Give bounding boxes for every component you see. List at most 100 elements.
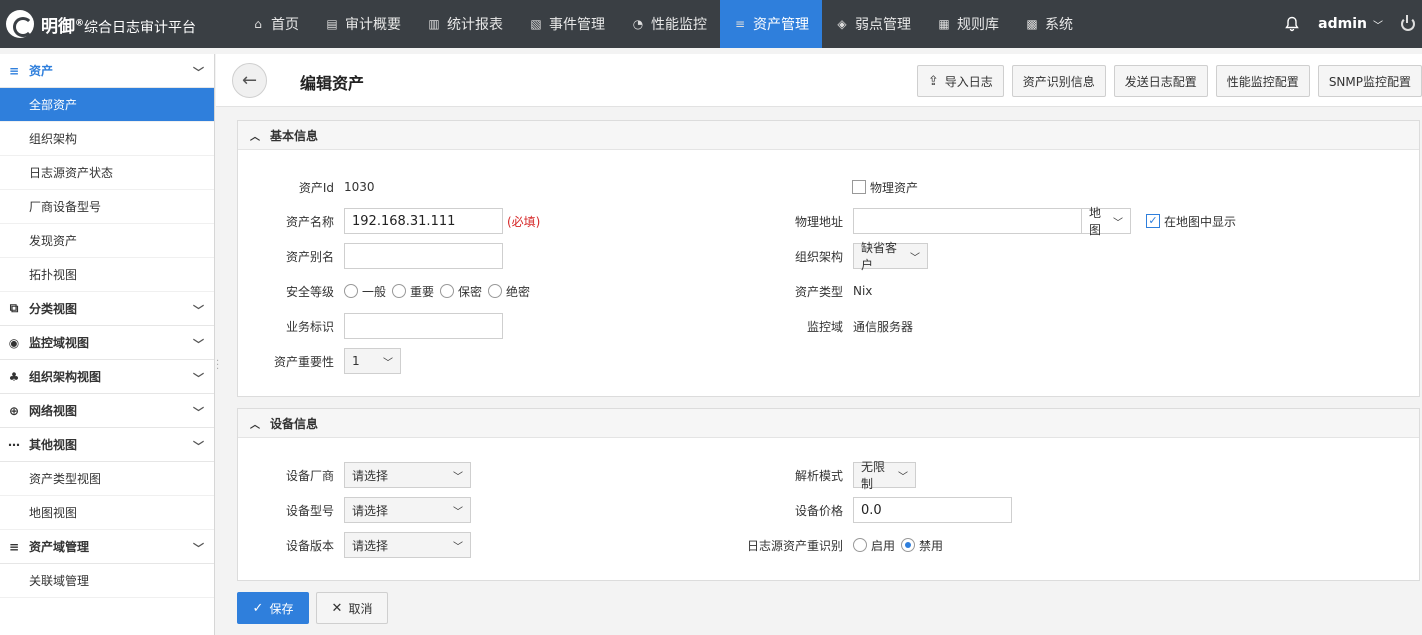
chevron-down-icon: ﹀ — [193, 406, 204, 419]
chevron-down-icon: ﹀ — [193, 372, 204, 385]
nav-item-6[interactable]: ◈ 弱点管理 — [822, 0, 924, 48]
sidebar-item-0-0[interactable]: 全部资产 — [0, 88, 214, 122]
sidebar-item-0-2[interactable]: 日志源资产状态 — [0, 156, 214, 190]
asset-name-input[interactable]: 192.168.31.111 — [344, 208, 503, 234]
nav-item-label: 审计概要 — [345, 17, 401, 33]
nav-item-4[interactable]: ◔ 性能监控 — [618, 0, 720, 48]
parse-mode-select[interactable]: 无限制 ﹀ — [853, 460, 916, 491]
sidebar-item-5-1[interactable]: 地图视图 — [0, 496, 214, 530]
nav-item-label: 资产管理 — [753, 17, 809, 33]
sidebar-group-3[interactable]: ♣ 组织架构视图 ﹀ — [0, 360, 214, 394]
required-hint: (必填) — [507, 214, 541, 229]
user-menu[interactable]: admin — [1318, 16, 1367, 32]
sidebar-group-label: 监控域视图 — [29, 336, 90, 350]
sidebar-item-6-0[interactable]: 关联域管理 — [0, 564, 214, 598]
version-row: 设备版本 请选择 ﹀ — [238, 532, 471, 558]
nav-item-7[interactable]: ▦ 规则库 — [924, 0, 1012, 48]
price-label: 设备价格 — [794, 503, 843, 518]
monitor-domain-label: 监控域 — [806, 319, 843, 334]
org-select[interactable]: 缺省客户 ﹀ — [853, 241, 928, 272]
database-icon: ≡ — [8, 539, 20, 554]
show-on-map-label: 在地图中显示 — [1164, 214, 1237, 229]
security-level-radio-0[interactable] — [344, 284, 358, 298]
sidebar-group-6[interactable]: ≡ 资产域管理 ﹀ — [0, 530, 214, 564]
sidebar-group-1[interactable]: ⧉ 分类视图 ﹀ — [0, 292, 214, 326]
asset-type-label: 资产类型 — [794, 284, 843, 299]
sidebar-item-0-3[interactable]: 厂商设备型号 — [0, 190, 214, 224]
header-action-button-4[interactable]: SNMP监控配置 — [1317, 65, 1422, 97]
sidebar-item-0-5[interactable]: 拓扑视图 — [0, 258, 214, 292]
header-action-button-0[interactable]: ⇪ 导入日志 — [916, 65, 1004, 97]
chevron-down-icon[interactable]: ﹀ — [1373, 17, 1383, 32]
nav-item-label: 规则库 — [957, 17, 999, 33]
sidebar-group-0[interactable]: ≡ 资产 ﹀ — [0, 54, 214, 88]
security-level-radio-2[interactable] — [440, 284, 455, 298]
nav-item-label: 统计报表 — [447, 17, 503, 33]
map-select[interactable]: 地图 ﹀ — [1081, 206, 1131, 237]
chevron-down-icon: ﹀ — [193, 66, 204, 79]
brand[interactable]: 明御®综合日志审计平台 — [0, 0, 215, 48]
chevron-up-icon: ︿ — [250, 419, 260, 431]
chevron-down-icon: ﹀ — [453, 471, 463, 483]
reidentify-row: 日志源资产重识别 启用 禁用 — [703, 532, 949, 558]
brand-name: 明御®综合日志审计平台 — [41, 16, 196, 37]
physical-address-label: 物理地址 — [794, 214, 843, 229]
save-button[interactable]: ✓ 保存 — [237, 592, 309, 624]
back-button[interactable]: ← — [232, 63, 267, 98]
importance-select[interactable]: 1 ﹀ — [344, 348, 401, 374]
rules-icon: ▦ — [938, 17, 950, 31]
page-header: ← 编辑资产 ⇪ 导入日志 资产识别信息 发送日志配置 性能监控配置 SNMP监控配置 — [216, 54, 1422, 107]
chevron-down-icon: ﹀ — [910, 252, 920, 264]
price-input[interactable]: 0.0 — [853, 497, 1012, 523]
basic-info-header[interactable]: ︿ 基本信息 — [238, 121, 1419, 150]
page-title: 编辑资产 — [300, 74, 365, 93]
security-level-radio-3[interactable] — [488, 284, 503, 298]
asset-alias-input[interactable] — [344, 243, 503, 269]
nav-item-1[interactable]: ▤ 审计概要 — [312, 0, 414, 48]
power-icon[interactable] — [1401, 15, 1415, 31]
model-select[interactable]: 请选择 ﹀ — [344, 497, 471, 523]
chevron-down-icon: ﹀ — [193, 440, 204, 453]
chevron-down-icon: ﹀ — [1113, 217, 1123, 229]
asset-alias-row: 资产别名 — [238, 243, 503, 269]
security-level-radio-label: 绝密 — [506, 284, 531, 299]
nav-item-2[interactable]: ▥ 统计报表 — [414, 0, 516, 48]
bell-icon[interactable] — [1284, 16, 1300, 32]
nav-item-0[interactable]: ⌂ 首页 — [238, 0, 312, 48]
vendor-select[interactable]: 请选择 ﹀ — [344, 462, 471, 488]
reidentify-radio-1[interactable] — [901, 538, 916, 552]
sidebar-group-2[interactable]: ◉ 监控域视图 ﹀ — [0, 326, 214, 360]
security-level-label: 安全等级 — [285, 284, 334, 299]
nav-item-8[interactable]: ▩ 系统 — [1012, 0, 1086, 48]
sidebar-group-5[interactable]: ⋯ 其他视图 ﹀ — [0, 428, 214, 462]
show-on-map-checkbox[interactable]: ✓ — [1146, 214, 1160, 228]
grid-icon: ▩ — [1026, 17, 1038, 31]
asset-type-value: Nix — [853, 284, 873, 298]
database-icon: ≡ — [734, 17, 746, 31]
arrow-left-icon: ← — [241, 70, 258, 91]
sidebar-group-label: 其他视图 — [29, 438, 78, 452]
sidebar-item-5-0[interactable]: 资产类型视图 — [0, 462, 214, 496]
importance-label: 资产重要性 — [273, 354, 334, 369]
nav-item-3[interactable]: ▧ 事件管理 — [516, 0, 618, 48]
header-action-button-2[interactable]: 发送日志配置 — [1113, 65, 1208, 97]
more-icon: ⋯ — [8, 437, 20, 452]
chevron-down-icon: ﹀ — [453, 506, 463, 518]
nav-item-5[interactable]: ≡ 资产管理 — [720, 0, 822, 48]
business-input[interactable] — [344, 313, 503, 339]
reidentify-radio-0[interactable] — [853, 538, 867, 552]
header-action-button-3[interactable]: 性能监控配置 — [1215, 65, 1310, 97]
cancel-button[interactable]: ✕ 取消 — [316, 592, 388, 624]
sidebar-group-4[interactable]: ⊕ 网络视图 ﹀ — [0, 394, 214, 428]
sidebar-item-0-4[interactable]: 发现资产 — [0, 224, 214, 258]
physical-asset-checkbox[interactable] — [852, 180, 866, 194]
physical-asset-row: 物理资产 — [852, 174, 918, 200]
physical-address-input[interactable] — [853, 208, 1082, 234]
version-select[interactable]: 请选择 ﹀ — [344, 532, 471, 558]
sidebar-item-0-1[interactable]: 组织架构 — [0, 122, 214, 156]
device-info-header[interactable]: ︿ 设备信息 — [238, 409, 1419, 438]
security-level-radio-1[interactable] — [392, 284, 407, 298]
vendor-label: 设备厂商 — [285, 468, 334, 483]
header-action-button-1[interactable]: 资产识别信息 — [1011, 65, 1106, 97]
org-chart-icon: ♣ — [8, 369, 20, 384]
